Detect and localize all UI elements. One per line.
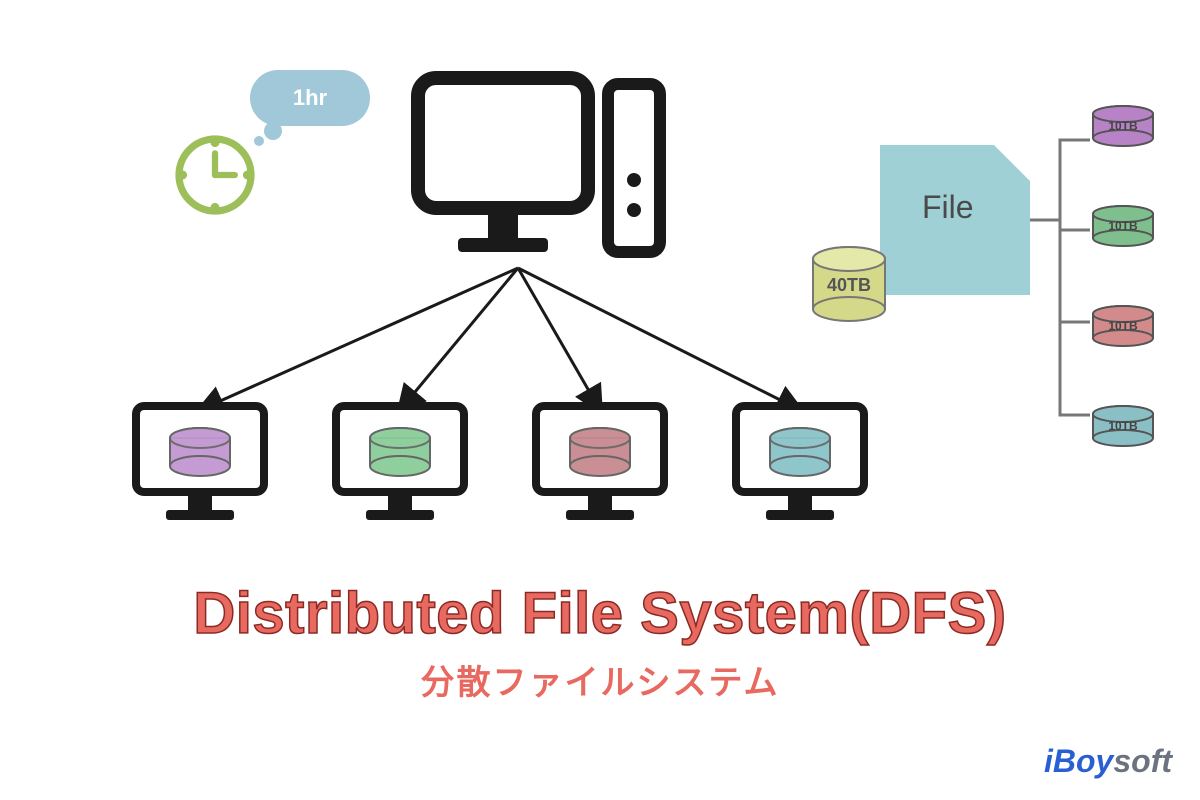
client-monitor-icon [130, 400, 270, 535]
source-disk-icon: 40TB [810, 245, 888, 330]
duration-label: 1hr [250, 70, 370, 126]
title-main: Distributed File System(DFS) [0, 580, 1200, 647]
storage-node-label: 10TB [1090, 119, 1156, 133]
storage-column: 10TB 10TB 10TB [1090, 105, 1156, 449]
client-row [130, 400, 870, 535]
storage-node-icon: 10TB [1090, 105, 1156, 149]
source-disk-label: 40TB [810, 275, 888, 296]
client-monitor-icon [530, 400, 670, 535]
duration-bubble: 1hr [250, 70, 370, 140]
client-monitor-icon [330, 400, 470, 535]
diagram-canvas: 1hr [0, 0, 1200, 800]
brand-part1: iBoy [1044, 743, 1113, 779]
brand-logo: iBoysoft [1044, 743, 1172, 780]
file-label: File [922, 189, 974, 226]
storage-node-label: 10TB [1090, 419, 1156, 433]
file-icon: File [880, 145, 1030, 295]
storage-node-icon: 10TB [1090, 305, 1156, 349]
client-monitor-icon [730, 400, 870, 535]
storage-node-label: 10TB [1090, 319, 1156, 333]
title-sub: 分散ファイルシステム [0, 655, 1200, 704]
storage-node-icon: 10TB [1090, 205, 1156, 249]
storage-node-icon: 10TB [1090, 405, 1156, 449]
brand-part2: soft [1113, 743, 1172, 779]
clock-icon [170, 130, 260, 220]
branch-lines-icon [1030, 130, 1090, 440]
central-server-icon [410, 70, 670, 295]
storage-node-label: 10TB [1090, 219, 1156, 233]
